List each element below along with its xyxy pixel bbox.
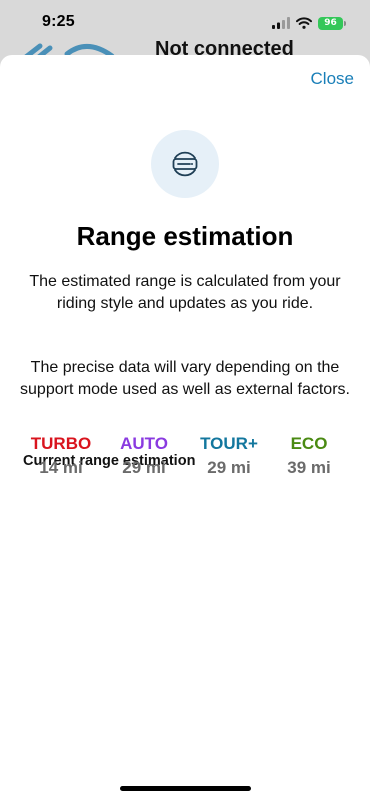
mode-range: 29 mi [207, 458, 251, 477]
home-indicator [120, 786, 251, 791]
wifi-icon [296, 17, 312, 29]
mode-name: TOUR+ [200, 434, 258, 453]
description-paragraph-1: The estimated range is calculated from y… [29, 273, 341, 312]
range-estimation-sheet: Close Range estimation The estimated ran… [0, 55, 370, 800]
mode-tour-plus: TOUR+ 29 mi [184, 434, 274, 478]
range-icon-circle [151, 130, 219, 198]
sheet-title: Range estimation [76, 221, 294, 251]
range-modes: TURBO 14 mi AUTO 29 mi TOUR+ 29 mi ECO 3… [0, 434, 370, 494]
mode-eco: ECO 39 mi [264, 434, 354, 478]
mode-turbo: TURBO 14 mi [16, 434, 106, 478]
battery-range-icon [172, 151, 198, 177]
mode-range: 39 mi [287, 458, 331, 477]
status-icons: 96 [272, 15, 346, 31]
mode-name: ECO [290, 434, 328, 453]
mode-range: 29 mi [122, 458, 166, 477]
mode-name: AUTO [120, 434, 168, 453]
close-button[interactable]: Close [311, 69, 354, 89]
battery-charging-icon: 96 [318, 16, 346, 30]
mode-name: TURBO [30, 434, 92, 453]
signal-icon [272, 17, 290, 29]
status-bar: 9:25 96 [0, 0, 370, 50]
mode-auto: AUTO 29 mi [99, 434, 189, 478]
battery-tip [344, 20, 346, 26]
battery-level: 96 [318, 16, 343, 30]
mode-range: 14 mi [39, 458, 83, 477]
status-time: 9:25 [42, 13, 75, 30]
description-paragraph-2: The precise data will vary depending on … [20, 359, 350, 398]
